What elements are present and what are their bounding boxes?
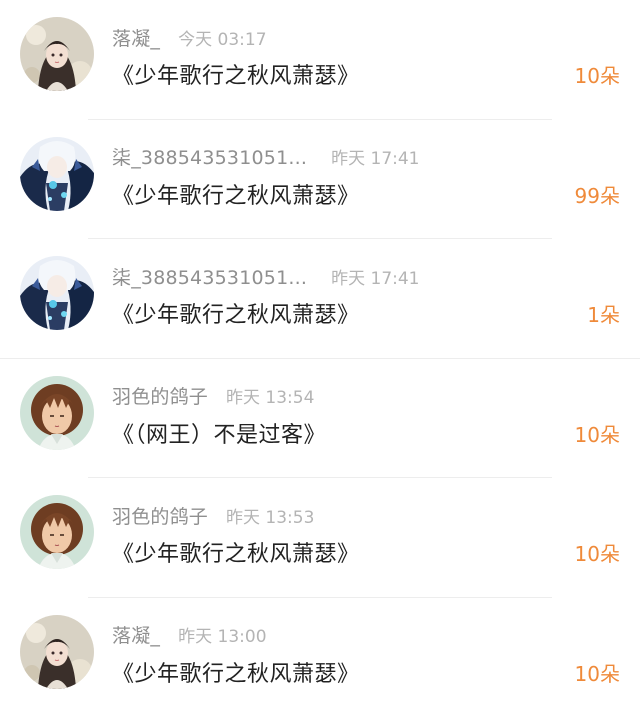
timestamp: 今天 03:17 [178, 25, 266, 50]
book-title[interactable]: 《少年歌行之秋风萧瑟》 [112, 297, 360, 329]
item-meta: 羽色的鸽子 昨天 13:53 [112, 502, 314, 528]
username[interactable]: 落凝_ [112, 621, 160, 648]
book-title[interactable]: 《少年歌行之秋风萧瑟》 [112, 656, 360, 688]
username[interactable]: 羽色的鸽子 [112, 502, 208, 529]
timestamp: 昨天 13:53 [226, 503, 314, 528]
username[interactable]: 落凝_ [112, 24, 160, 51]
avatar[interactable] [20, 137, 94, 211]
avatar[interactable] [20, 495, 94, 569]
avatar-image [20, 137, 94, 211]
book-title[interactable]: 《少年歌行之秋风萧瑟》 [112, 536, 360, 568]
timestamp: 昨天 13:00 [178, 622, 266, 647]
username[interactable]: 羽色的鸽子 [112, 382, 208, 409]
avatar-image [20, 615, 94, 689]
flower-count: 10朵 [575, 60, 620, 89]
flower-count: 10朵 [575, 538, 620, 567]
list-item[interactable]: 柒_388543531051... 昨天 17:41 《少年歌行之秋风萧瑟》 9… [0, 120, 640, 240]
item-meta: 羽色的鸽子 昨天 13:54 [112, 383, 314, 409]
list-item[interactable]: 柒_388543531051... 昨天 17:41 《少年歌行之秋风萧瑟》 1… [0, 239, 640, 359]
timestamp: 昨天 17:41 [331, 144, 419, 169]
list-item[interactable]: 羽色的鸽子 昨天 13:53 《少年歌行之秋风萧瑟》 10朵 [0, 478, 640, 598]
book-title[interactable]: 《少年歌行之秋风萧瑟》 [112, 58, 360, 90]
username[interactable]: 柒_388543531051... [112, 143, 307, 170]
username[interactable]: 柒_388543531051... [112, 263, 307, 290]
avatar[interactable] [20, 376, 94, 450]
avatar-image [20, 495, 94, 569]
avatar-image [20, 376, 94, 450]
item-meta: 落凝_ 今天 03:17 [112, 24, 267, 50]
flower-count: 1朵 [587, 299, 620, 328]
flower-count: 10朵 [575, 419, 620, 448]
avatar[interactable] [20, 17, 94, 91]
item-meta: 柒_388543531051... 昨天 17:41 [112, 144, 420, 170]
list-item[interactable]: 落凝_ 昨天 13:00 《少年歌行之秋风萧瑟》 10朵 [0, 598, 640, 717]
book-title[interactable]: 《少年歌行之秋风萧瑟》 [112, 178, 360, 210]
item-meta: 柒_388543531051... 昨天 17:41 [112, 263, 420, 289]
flower-count: 99朵 [575, 180, 620, 209]
avatar-image [20, 256, 94, 330]
avatar-image [20, 17, 94, 91]
avatar[interactable] [20, 615, 94, 689]
avatar[interactable] [20, 256, 94, 330]
flower-count: 10朵 [575, 658, 620, 687]
book-title[interactable]: 《（网王）不是过客》 [112, 417, 326, 449]
timestamp: 昨天 13:54 [226, 383, 314, 408]
list-item[interactable]: 落凝_ 今天 03:17 《少年歌行之秋风萧瑟》 10朵 [0, 0, 640, 120]
gift-record-list: 落凝_ 今天 03:17 《少年歌行之秋风萧瑟》 10朵 柒_388543531… [0, 0, 640, 717]
list-item[interactable]: 羽色的鸽子 昨天 13:54 《（网王）不是过客》 10朵 [0, 359, 640, 479]
item-meta: 落凝_ 昨天 13:00 [112, 622, 267, 648]
timestamp: 昨天 17:41 [331, 264, 419, 289]
